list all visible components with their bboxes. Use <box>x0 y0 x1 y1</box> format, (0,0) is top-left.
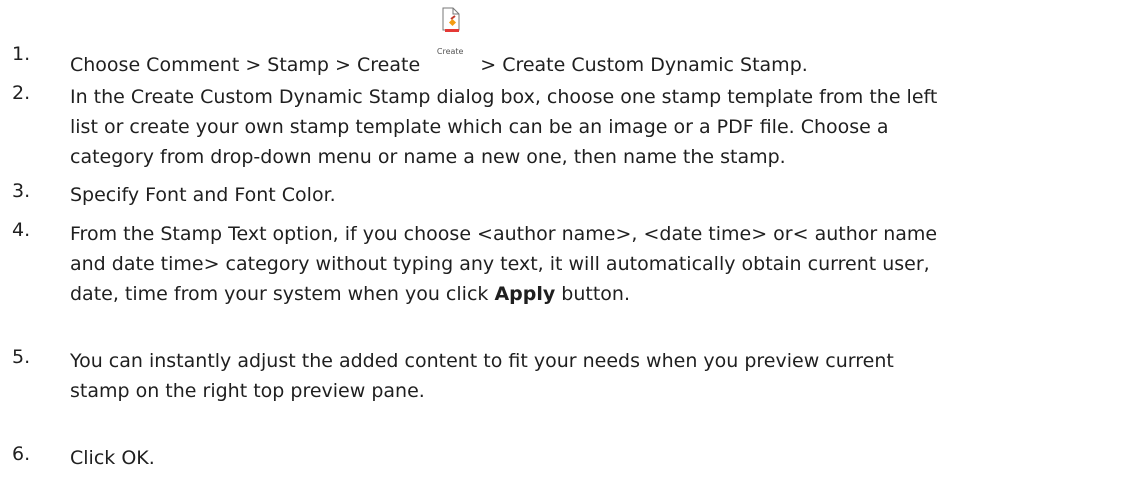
text-line: category from drop-down menu or name a n… <box>70 146 786 168</box>
text-line: You can instantly adjust the added conte… <box>70 350 894 372</box>
step-text: Click OK. <box>70 443 1098 473</box>
step-text: You can instantly adjust the added conte… <box>70 346 1098 406</box>
step-number: 3. <box>12 180 31 202</box>
step-number: 5. <box>12 346 31 368</box>
text-line: Specify Font and Font Color. <box>70 184 336 206</box>
text-line: Click OK. <box>70 447 155 469</box>
text-line: list or create your own stamp template w… <box>70 116 889 138</box>
text-line: In the Create Custom Dynamic Stamp dialo… <box>70 86 938 108</box>
step-number: 1. <box>12 43 31 65</box>
step-text: In the Create Custom Dynamic Stamp dialo… <box>70 82 1098 172</box>
step-1-text-end: > Create Custom Dynamic Stamp. <box>480 54 808 76</box>
step-text: Choose Comment > Stamp > Create Create >… <box>70 7 1098 80</box>
step-number: 6. <box>12 443 31 465</box>
step-text: Specify Font and Font Color. <box>70 180 1098 210</box>
apply-keyword: Apply <box>494 283 556 305</box>
step-1-text-start: Choose Comment > Stamp > Create <box>70 54 421 76</box>
step-text: From the Stamp Text option, if you choos… <box>70 219 1098 309</box>
text-line: and date time> category without typing a… <box>70 253 930 275</box>
icon-caption: Create <box>436 47 464 56</box>
step-number: 2. <box>12 82 31 104</box>
text-line: stamp on the right top preview pane. <box>70 380 425 402</box>
step-number: 4. <box>12 219 31 241</box>
text-line: From the Stamp Text option, if you choos… <box>70 223 938 245</box>
text-line: date, time from your system when you cli… <box>70 283 631 305</box>
create-stamp-icon: Create <box>430 7 470 71</box>
instructions-page: 1. Choose Comment > Stamp > Create Creat… <box>0 0 1126 488</box>
